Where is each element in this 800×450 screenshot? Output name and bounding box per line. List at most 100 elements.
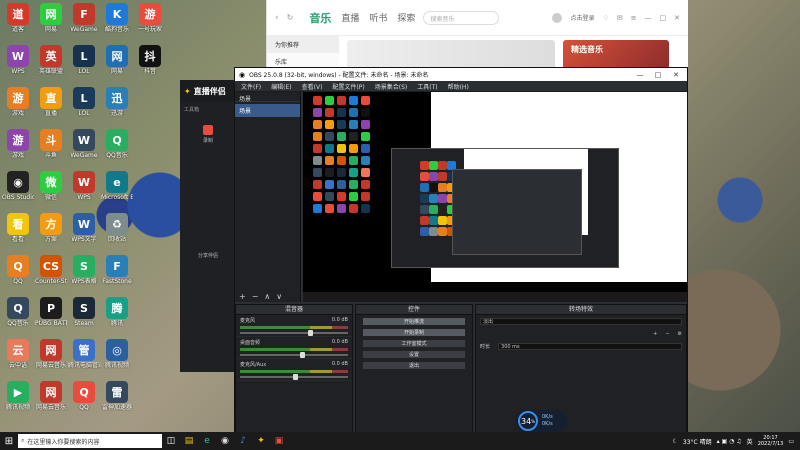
desktop-icon[interactable]: K 酷狗音乐 [101,3,133,33]
desktop-icon[interactable]: 斗斗鱼 [35,129,67,159]
desktop-icon[interactable]: ▶ 腾讯视频 [2,381,34,411]
tab-live[interactable]: 直播 [341,11,359,24]
exit-button[interactable]: 退出 [362,361,466,370]
desktop-icon[interactable]: 管腾讯电脑管家 [68,339,100,369]
obs-preview[interactable] [303,92,687,302]
desktop-icon[interactable]: Q QQ [68,381,100,411]
desktop-icon[interactable]: S WPS表格 [68,255,100,285]
tab-audiobook[interactable]: 听书 [369,11,387,24]
desktop-icon[interactable]: S Steam [68,297,100,327]
edge-icon[interactable]: e [198,432,216,450]
menu-tools[interactable]: 工具(T) [417,82,437,91]
desktop-icon[interactable]: 抖抖音 [134,45,166,75]
music-taskbar-icon[interactable]: ♪ [234,432,252,450]
desktop-icon[interactable]: 游游戏 [2,87,34,117]
desktop-icon[interactable]: 微微信 [35,171,67,201]
desktop-icon[interactable]: ♻ 回收站 [101,213,133,243]
desktop-icon[interactable]: 游游戏 [2,129,34,159]
notification-icon[interactable]: ▭ [788,438,794,445]
desktop-icon[interactable]: CSCounter-Strike Globa [35,255,67,285]
desktop-icon[interactable]: 迅迅游 [101,87,133,117]
maximize-icon[interactable]: □ [660,14,667,22]
live-record-item[interactable]: 录制 [180,125,236,144]
settings-button[interactable]: 设置 [362,350,466,359]
menu-scene-collection[interactable]: 场景集合(S) [375,82,408,91]
desktop-icon[interactable]: 游一号玩家 [134,3,166,33]
shirt-icon[interactable]: ♢ [602,14,608,22]
task-view-icon[interactable]: ◫ [162,432,180,450]
weather-text[interactable]: 33°C 晴朗 [683,437,712,446]
desktop-icon[interactable]: 道道客 [2,3,34,33]
maximize-icon[interactable]: □ [651,71,665,79]
desktop-icon[interactable]: 直直播 [35,87,67,117]
menu-file[interactable]: 文件(F) [241,82,261,91]
add-scene-icon[interactable]: + [239,292,246,302]
remove-transition-icon[interactable]: − [665,331,669,337]
desktop-icon[interactable]: 网网易云音乐 [35,381,67,411]
remove-scene-icon[interactable]: − [252,292,259,302]
menu-profile[interactable]: 配置文件(P) [332,82,364,91]
volume-slider[interactable] [240,352,348,358]
live-share-item[interactable]: 分享伴侣 [180,252,236,259]
app-taskbar-icon[interactable]: ▣ [270,432,288,450]
desktop-icon[interactable]: PPUBG BATTLEGRO [35,297,67,327]
desktop-icon[interactable]: Q QQ音乐 [2,297,34,327]
menu-help[interactable]: 帮助(H) [448,82,469,91]
desktop-icon[interactable]: Q QQ [2,255,34,285]
desktop-icon[interactable]: L LOL [68,45,100,75]
close-icon[interactable]: ✕ [674,14,680,22]
ime-indicator[interactable]: 英 [747,437,753,446]
performance-widget[interactable]: 34% 0K/s 0K/s [515,410,567,432]
back-icon[interactable]: ‹ [275,13,279,23]
tab-music[interactable]: 音乐 [309,10,331,26]
clock[interactable]: 20:17 2022/7/13 [758,435,784,447]
desktop-icon[interactable]: F FastStone [101,255,133,285]
sidebar-item-recommend[interactable]: 为你推荐 [267,36,339,53]
duration-input[interactable]: 300 ms [498,343,682,350]
desktop-icon[interactable]: 方方案 [35,213,67,243]
desktop-icon[interactable]: 网网易 [35,3,67,33]
tab-explore[interactable]: 探索 [397,11,415,24]
desktop-icon[interactable]: 网网易云音乐 [35,339,67,369]
transition-select[interactable]: 淡出 [476,315,686,328]
scene-item[interactable]: 场景 [235,104,300,117]
desktop-icon[interactable]: ◉ OBS Studio [2,171,34,201]
move-up-icon[interactable]: ∧ [264,292,270,302]
obs-taskbar-icon[interactable]: ◉ [216,432,234,450]
avatar[interactable] [552,12,563,23]
windows-start-icon[interactable]: ⊞ [0,432,18,450]
live-taskbar-icon[interactable]: ✦ [252,432,270,450]
start-streaming-button[interactable]: 开始推流 [362,317,466,326]
desktop-icon[interactable]: 网网易 [101,45,133,75]
desktop-icon[interactable]: F WeGame [68,3,100,33]
tray-icons[interactable]: ▴ ▣ ◔ ♫ [717,438,742,445]
desktop-icon[interactable]: 雷雷神加速器 [101,381,133,411]
add-transition-icon[interactable]: + [653,331,657,337]
desktop-icon[interactable]: W WPS文字 [68,213,100,243]
menu-icon[interactable]: ≡ [631,14,637,22]
desktop-icon[interactable]: 云云中语 [2,339,34,369]
desktop-icon[interactable]: ◎ 腾讯视频 [101,339,133,369]
move-down-icon[interactable]: ∨ [276,292,282,302]
minimize-icon[interactable]: — [645,14,652,22]
desktop-icon[interactable]: 看看看 [2,213,34,243]
music-search-input[interactable]: 搜索音乐 [423,10,500,25]
desktop-icon[interactable]: eMicrosoft Edge [101,171,133,201]
desktop-icon[interactable]: W WPS [68,171,100,201]
desktop-icon[interactable]: 英英雄联盟 [35,45,67,75]
mail-icon[interactable]: ✉ [617,14,623,22]
desktop-icon[interactable]: W WPS [2,45,34,75]
minimize-icon[interactable]: — [633,71,647,79]
desktop-icon[interactable]: L LOL [68,87,100,117]
menu-edit[interactable]: 编辑(E) [271,82,291,91]
explorer-icon[interactable]: ▤ [180,432,198,450]
taskbar-search-input[interactable]: ⌕ 在这里输入你要搜索的内容 [18,434,162,448]
desktop-icon[interactable]: W WeGame [68,129,100,159]
volume-slider[interactable] [240,330,348,336]
start-recording-button[interactable]: 开始录制 [362,328,466,337]
login-link[interactable]: 点击登录 [570,13,594,22]
transition-settings-icon[interactable]: ⚙ [678,331,682,337]
refresh-icon[interactable]: ↻ [287,13,294,22]
desktop-icon[interactable]: Q QQ音乐 [101,129,133,159]
menu-view[interactable]: 查看(V) [302,82,323,91]
